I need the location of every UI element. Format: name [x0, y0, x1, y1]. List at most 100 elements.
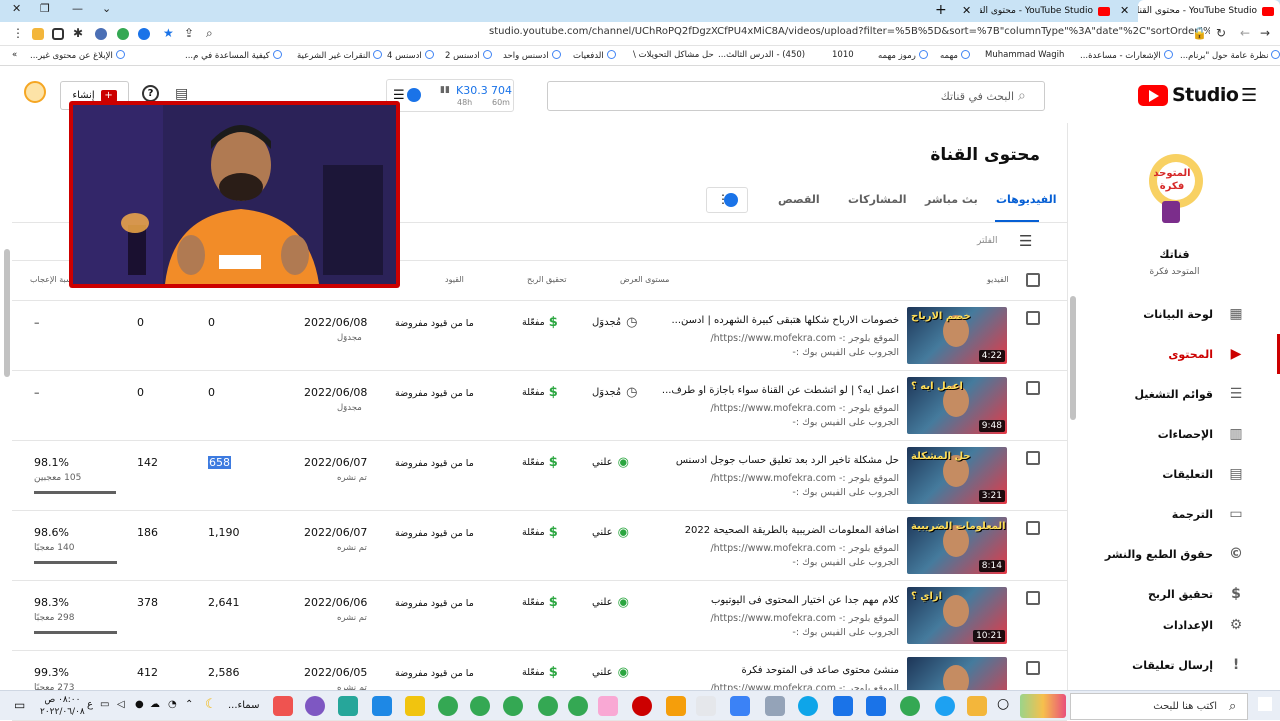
row-checkbox[interactable]: [1026, 661, 1040, 675]
bookmarks-more-icon[interactable]: »: [12, 50, 17, 60]
folder-icon[interactable]: [405, 696, 425, 716]
visibility-cell[interactable]: ◷ مُجدوَل: [592, 315, 638, 330]
video-thumbnail[interactable]: ازاي ؟ 10:21: [907, 587, 1007, 644]
share-icon[interactable]: ⇪: [184, 26, 194, 40]
monetization-cell[interactable]: $ مفعّلة: [522, 385, 558, 400]
tray-chevron-icon[interactable]: ⌃: [185, 699, 193, 710]
studio-logo[interactable]: Studio: [1138, 84, 1239, 106]
zoom-icon[interactable]: ⌕: [206, 26, 213, 41]
column-header-restrictions[interactable]: القيود: [445, 275, 464, 284]
widgets-icon[interactable]: [1020, 694, 1066, 718]
bookmark[interactable]: Muhammad Wagih: [985, 50, 1064, 60]
display-icon[interactable]: ▭: [100, 699, 109, 710]
menu-dots-icon[interactable]: ⋮: [12, 26, 24, 40]
visibility-cell[interactable]: ◉ علني: [592, 665, 629, 680]
video-thumbnail[interactable]: حل المشكلة 3:21: [907, 447, 1007, 504]
sidebar-item-settings[interactable]: ⚙ الإعدادات: [1068, 605, 1280, 645]
column-header-monetization[interactable]: تحقيق الربح: [527, 275, 567, 284]
bookmark[interactable]: الدفعيات: [573, 50, 616, 61]
channel-search-input[interactable]: البحث في قناتك ⌕: [547, 81, 1045, 111]
new-tab-button[interactable]: +: [935, 2, 947, 18]
sidebar-item-subtitles[interactable]: ▭ الترجمة: [1068, 494, 1280, 534]
windows-start-icon[interactable]: [1258, 697, 1272, 711]
bookmark[interactable]: 1010: [832, 50, 854, 60]
video-thumbnail[interactable]: اعمل ايه ؟ 9:48: [907, 377, 1007, 434]
bookmark[interactable]: حل مشاكل التحويلات \: [633, 50, 714, 60]
video-title[interactable]: كلام مهم جدا عن اختيار المحتوى فى اليوتي…: [599, 595, 899, 606]
sidebar-item-feedback[interactable]: ! إرسال تعليقات: [1068, 645, 1280, 685]
language-indicator[interactable]: ع: [87, 699, 93, 710]
taskbar-app-icon[interactable]: [598, 696, 618, 716]
close-tab-icon[interactable]: ✕: [962, 4, 971, 17]
row-checkbox[interactable]: [1026, 591, 1040, 605]
browser-tab[interactable]: YouTube Studio - محتوى القناة: [980, 0, 1116, 22]
monetization-cell[interactable]: $ مفعّلة: [522, 525, 558, 540]
edge-icon[interactable]: [798, 696, 818, 716]
taskbar-app-icon[interactable]: [967, 696, 987, 716]
minimize-window-icon[interactable]: —: [72, 2, 83, 15]
weather-text[interactable]: سماء...: [228, 700, 259, 711]
sidebar-item-dashboard[interactable]: ▦ لوحة البيانات: [1068, 294, 1280, 334]
row-checkbox[interactable]: [1026, 451, 1040, 465]
row-checkbox[interactable]: [1026, 521, 1040, 535]
cortana-icon[interactable]: ○: [997, 696, 1009, 712]
tab-posts[interactable]: المشاركات: [848, 193, 907, 206]
bookmark[interactable]: الإبلاغ عن محتوى غير...: [30, 50, 125, 61]
reload-icon[interactable]: ↻: [1216, 26, 1226, 40]
video-title[interactable]: اضافة المعلومات الضريبية بالطريقة الصحيح…: [599, 525, 899, 536]
chrome-icon[interactable]: [538, 696, 558, 716]
bookmark[interactable]: الإشعارات - مساعدة...: [1080, 50, 1173, 61]
twitter-icon[interactable]: [935, 696, 955, 716]
mic-icon[interactable]: ●: [135, 699, 144, 710]
select-all-checkbox[interactable]: [1026, 273, 1040, 287]
bookmark[interactable]: كيفية المساعدة في م...: [185, 50, 282, 61]
filter-input[interactable]: الفلتر: [977, 236, 997, 246]
taskbar-app-icon[interactable]: [305, 696, 325, 716]
tab-live[interactable]: بث مباشر: [925, 193, 978, 206]
extension-icon[interactable]: [117, 28, 129, 40]
visibility-cell[interactable]: ◷ مُجدوَل: [592, 385, 638, 400]
monetization-cell[interactable]: $ مفعّلة: [522, 665, 558, 680]
forward-icon[interactable]: ←: [1240, 26, 1250, 40]
tab-videos[interactable]: الفيديوهات: [996, 193, 1057, 206]
filter-icon[interactable]: ☰: [1019, 232, 1032, 250]
close-tab-icon[interactable]: ✕: [1120, 4, 1129, 17]
table-row[interactable]: ازاي ؟ 10:21 كلام مهم جدا عن اختيار المحتو…: [12, 581, 1067, 651]
sidebar-item-content[interactable]: ▶ المحتوى: [1068, 334, 1280, 374]
video-thumbnail[interactable]: المعلومات الضريبية 8:14: [907, 517, 1007, 574]
sidepanel-icon[interactable]: [52, 28, 64, 40]
row-checkbox[interactable]: [1026, 311, 1040, 325]
bookmark[interactable]: ادسنس 2: [445, 50, 492, 61]
sidebar-item-comments[interactable]: ▤ التعليقات: [1068, 454, 1280, 494]
chrome-icon[interactable]: [503, 696, 523, 716]
browser-tab-active[interactable]: YouTube Studio - محتوى القناة: [1138, 0, 1280, 22]
taskbar-app-icon[interactable]: [666, 696, 686, 716]
video-title[interactable]: منشئ محتوى صاعد فى المتوحد فكرة: [599, 665, 900, 676]
bookmark[interactable]: مهمه: [940, 50, 970, 61]
notifications-icon[interactable]: ▤: [175, 86, 188, 102]
extensions-puzzle-icon[interactable]: ✱: [73, 26, 83, 40]
opera-icon[interactable]: [632, 696, 652, 716]
row-checkbox[interactable]: [1026, 381, 1040, 395]
avatar[interactable]: [24, 81, 46, 103]
hamburger-menu-icon[interactable]: ☰: [1241, 85, 1257, 106]
clock[interactable]: ٠٨:٠٠ ص ٢٠٢٢/٠٦/٠٨: [40, 694, 85, 718]
monetization-cell[interactable]: $ مفعّلة: [522, 315, 558, 330]
chrome-icon[interactable]: [470, 696, 490, 716]
scrollbar[interactable]: [1070, 296, 1076, 420]
taskbar-app-icon[interactable]: [765, 696, 785, 716]
channel-avatar[interactable]: المتوحد فكرة: [1138, 149, 1208, 229]
taskbar-search[interactable]: اكتب هنا للبحث ⌕: [1070, 693, 1248, 720]
taskbar-app-icon[interactable]: [866, 696, 886, 716]
extension-button[interactable]: ⋮: [706, 187, 748, 213]
sidebar-item-copyright[interactable]: © حقوق الطبع والنشر: [1068, 534, 1280, 574]
extension-icon[interactable]: [95, 28, 107, 40]
video-thumbnail[interactable]: خصم الارباح 4:22: [907, 307, 1007, 364]
bookmark[interactable]: النقرات غير الشرعية: [297, 50, 383, 61]
bookmark[interactable]: (450) - الدرس الثالث...: [718, 50, 805, 60]
notification-center-icon[interactable]: ▭: [14, 698, 25, 712]
url-field[interactable]: studio.youtube.com/channel/UChRoPQ2fDgzX…: [225, 26, 1210, 43]
chrome-icon[interactable]: [438, 696, 458, 716]
bookmark[interactable]: ادسنس 4: [387, 50, 434, 61]
network-icon[interactable]: ☁: [150, 699, 160, 710]
